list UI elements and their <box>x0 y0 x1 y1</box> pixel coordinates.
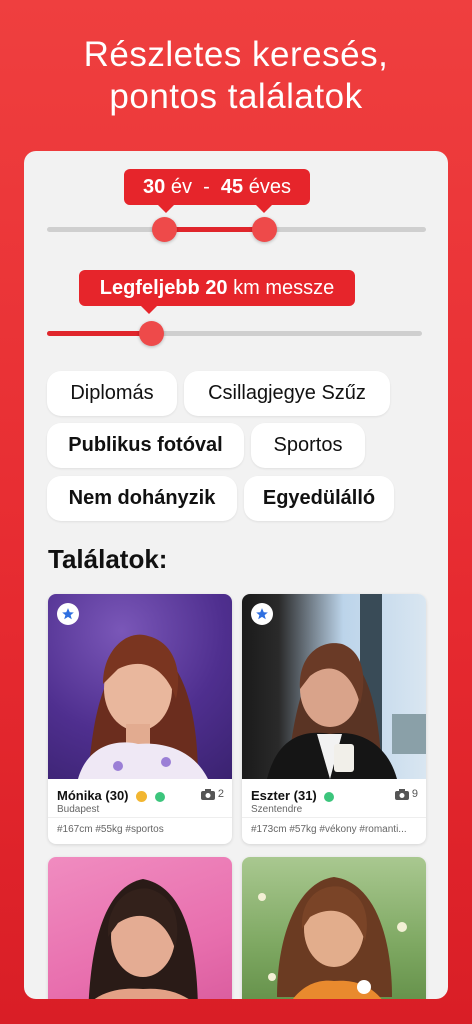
chip-sportos[interactable]: Sportos <box>251 423 365 468</box>
headline-line-1: Részletes keresés, <box>83 35 389 74</box>
profile-city: Budapest <box>57 804 100 815</box>
headline-line-2: pontos találatok <box>109 77 363 116</box>
camera-icon <box>200 788 215 800</box>
online-status-icon <box>154 791 165 802</box>
profile-tags: #173cm #57kg #vékony #romanti... <box>251 824 407 835</box>
favorite-star-icon[interactable] <box>251 603 273 625</box>
search-panel: 30 év - 45 éves Legfeljebb 20 km messze … <box>24 151 448 999</box>
results-title: Találatok: <box>48 544 168 574</box>
profile-card[interactable]: Eszter (31) 9 Szentendre #173cm #57kg #v… <box>242 594 426 844</box>
profile-name: Mónika (30) <box>57 788 165 803</box>
profile-name: Eszter (31) <box>251 788 335 803</box>
age-min-value: 30 <box>143 176 166 198</box>
age-max-handle[interactable] <box>252 217 277 242</box>
distance-handle[interactable] <box>139 321 164 346</box>
profile-card[interactable] <box>242 857 426 999</box>
distance-unit: km messze <box>233 277 335 299</box>
photo-count: 2 <box>200 788 224 800</box>
photo-count-value: 9 <box>411 788 418 800</box>
age-separator: - <box>203 176 210 198</box>
headline: Részletes keresés, pontos találatok <box>0 34 472 118</box>
distance-bubble: Legfeljebb 20 km messze <box>79 270 355 314</box>
photo-count-value: 2 <box>217 788 224 800</box>
age-max-unit: éves <box>248 176 291 198</box>
distance-value: 20 <box>205 277 228 299</box>
chip-nem-dohanyzik[interactable]: Nem dohányzik <box>47 476 237 521</box>
portrait-illustration <box>258 877 407 999</box>
chip-publikus-fotoval[interactable]: Publikus fotóval <box>47 423 244 468</box>
online-status-icon <box>324 791 335 802</box>
chip-egyedulallo[interactable]: Egyedülálló <box>244 476 394 521</box>
profile-photo <box>242 857 426 999</box>
age-min-handle[interactable] <box>152 217 177 242</box>
age-range-bubble: 30 év - 45 éves <box>124 169 310 213</box>
chip-csillagjegy[interactable]: Csillagjegye Szűz <box>184 371 390 416</box>
verified-badge-icon <box>136 791 148 803</box>
profile-photo <box>48 857 232 999</box>
divider <box>48 817 232 818</box>
profile-card[interactable]: Mónika (30) 2 Budapest #167cm #55kg #spo… <box>48 594 232 844</box>
profile-card[interactable] <box>48 857 232 999</box>
chip-diplomas[interactable]: Diplomás <box>47 371 177 416</box>
profile-city: Szentendre <box>251 804 303 815</box>
profile-tags: #167cm #55kg #sportos <box>57 824 164 835</box>
photo-count: 9 <box>394 788 418 800</box>
distance-prefix: Legfeljebb <box>99 277 200 299</box>
age-min-unit: év <box>170 176 192 198</box>
favorite-star-icon[interactable] <box>57 603 79 625</box>
profile-name-text: Mónika (30) <box>57 788 129 803</box>
age-max-value: 45 <box>220 176 244 198</box>
portrait-illustration <box>88 879 198 999</box>
profile-name-text: Eszter (31) <box>251 788 317 803</box>
camera-icon <box>394 788 409 800</box>
age-slider-range <box>165 227 265 232</box>
divider <box>242 817 426 818</box>
distance-slider-fill <box>47 331 151 336</box>
